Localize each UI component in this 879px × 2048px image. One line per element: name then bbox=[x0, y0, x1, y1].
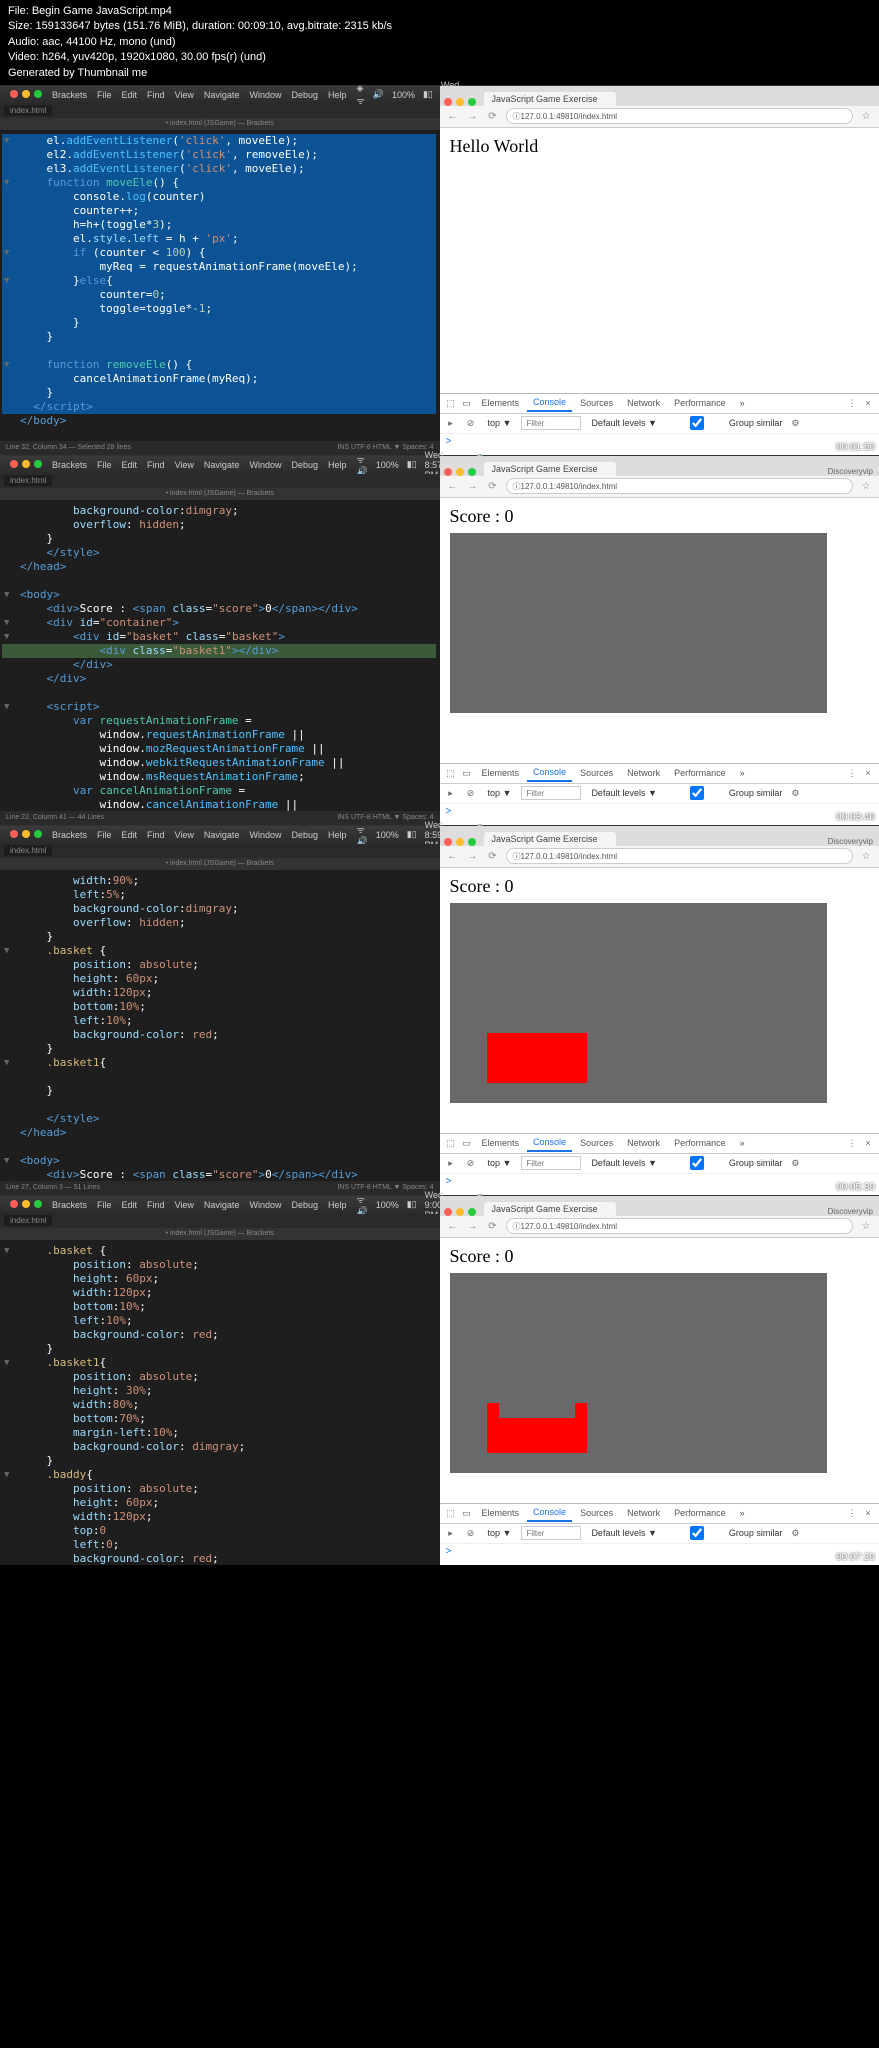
timestamp: 00:01:50 bbox=[836, 442, 875, 453]
battery-icon: ▮▯ bbox=[423, 89, 433, 100]
levels-dropdown[interactable]: Default levels ▼ bbox=[587, 417, 660, 429]
volume-icon: 🔊 bbox=[373, 89, 384, 100]
dt-close-icon[interactable]: × bbox=[861, 396, 875, 410]
menu-window[interactable]: Window bbox=[249, 90, 281, 100]
score-text: Score : 0 bbox=[450, 506, 870, 527]
mac-menubar: Brackets File Edit Find View Navigate Wi… bbox=[0, 86, 440, 104]
page-viewport: Score : 0 bbox=[440, 868, 879, 1133]
menu-file[interactable]: File bbox=[97, 90, 112, 100]
basket bbox=[487, 1403, 587, 1453]
meta-video: Video: h264, yuv420p, 1920x1080, 30.00 f… bbox=[8, 50, 871, 65]
status-left: Line 32, Column 34 — Selected 28 lines bbox=[6, 444, 131, 451]
basket bbox=[487, 1033, 587, 1083]
thumbnail-panel-3: BracketsFileEditFindViewNavigateWindowDe… bbox=[0, 825, 879, 1195]
filter-input[interactable] bbox=[521, 416, 581, 430]
chrome-tab[interactable]: JavaScript Game Exercise bbox=[484, 92, 616, 106]
hello-world-text: Hello World bbox=[450, 136, 870, 157]
menu-edit[interactable]: Edit bbox=[122, 90, 138, 100]
editor-tab[interactable]: index.html bbox=[4, 475, 52, 486]
back-button[interactable]: ← bbox=[446, 109, 460, 123]
window-controls[interactable] bbox=[440, 98, 480, 106]
thumbnail-panel-4: BracketsFileEditFindViewNavigateWindowDe… bbox=[0, 1195, 879, 1565]
score-text: Score : 0 bbox=[450, 876, 870, 897]
editor-pane: Brackets FileEditFindViewNavigateWindowD… bbox=[0, 456, 440, 825]
gear-icon[interactable]: ⚙ bbox=[788, 416, 802, 430]
reload-button[interactable]: ⟳ bbox=[486, 109, 500, 123]
browser-pane: JavaScript Game ExerciseDiscoveryvip ←→⟳… bbox=[440, 456, 879, 825]
editor-title: • index.html (JSGame) — Brackets bbox=[0, 118, 440, 130]
thumbnail-panel-1: Brackets File Edit Find View Navigate Wi… bbox=[0, 85, 879, 455]
window-controls[interactable] bbox=[6, 460, 42, 470]
page-viewport: Score : 0 bbox=[440, 1238, 879, 1503]
meta-size: Size: 159133647 bytes (151.76 MiB), dura… bbox=[8, 19, 871, 34]
group-similar-checkbox[interactable]: Group similar bbox=[667, 416, 783, 430]
chrome-toolbar: ← → ⟳ ⓘ 127.0.0.1:49810/index.html ☆ bbox=[440, 106, 879, 128]
editor-pane: Brackets File Edit Find View Navigate Wi… bbox=[0, 86, 440, 455]
page-viewport: Score : 0 bbox=[440, 498, 879, 763]
clear-console-icon[interactable]: ⊘ bbox=[464, 416, 478, 430]
star-icon[interactable]: ☆ bbox=[859, 109, 873, 123]
device-icon[interactable]: ▭ bbox=[460, 396, 474, 410]
editor-tab[interactable]: index.html bbox=[4, 105, 52, 116]
score-text: Score : 0 bbox=[450, 1246, 870, 1267]
dt-tab-network[interactable]: Network bbox=[621, 395, 666, 411]
console-sidebar-icon[interactable]: ▸ bbox=[444, 416, 458, 430]
meta-generated: Generated by Thumbnail me bbox=[8, 66, 871, 81]
menu-debug[interactable]: Debug bbox=[291, 90, 318, 100]
code-editor[interactable]: ▼ .basket { position: absolute; height: … bbox=[0, 1240, 440, 1565]
console-prompt[interactable]: > bbox=[440, 434, 879, 455]
game-container bbox=[450, 533, 828, 713]
forward-button[interactable]: → bbox=[466, 109, 480, 123]
devtools: ⬚ ▭ Elements Console Sources Network Per… bbox=[440, 393, 879, 455]
game-container bbox=[450, 903, 828, 1103]
dt-tab-elements[interactable]: Elements bbox=[476, 395, 526, 411]
context-dropdown[interactable]: top ▼ bbox=[484, 417, 516, 429]
dt-more[interactable]: » bbox=[734, 395, 751, 411]
browser-pane: JavaScript Game Exercise ← → ⟳ ⓘ 127.0.0… bbox=[440, 86, 879, 455]
dt-tab-sources[interactable]: Sources bbox=[574, 395, 619, 411]
video-metadata: File: Begin Game JavaScript.mp4 Size: 15… bbox=[0, 0, 879, 85]
menu-view[interactable]: View bbox=[175, 90, 194, 100]
meta-file: File: Begin Game JavaScript.mp4 bbox=[8, 4, 871, 19]
code-editor[interactable]: width:90%; left:5%; background-color:dim… bbox=[0, 870, 440, 1181]
inspect-icon[interactable]: ⬚ bbox=[444, 396, 458, 410]
code-editor[interactable]: ▼ el.addEventListener('click', moveEle);… bbox=[0, 130, 440, 441]
window-controls[interactable] bbox=[6, 90, 42, 100]
menu-find[interactable]: Find bbox=[147, 90, 165, 100]
editor-tabs: index.html bbox=[0, 104, 440, 118]
address-bar[interactable]: ⓘ 127.0.0.1:49810/index.html bbox=[506, 108, 854, 124]
dt-tab-console[interactable]: Console bbox=[527, 394, 572, 412]
chrome-tabs: JavaScript Game Exercise bbox=[440, 86, 879, 106]
thumbnail-panel-2: Brackets FileEditFindViewNavigateWindowD… bbox=[0, 455, 879, 825]
code-editor[interactable]: background-color:dimgray; overflow: hidd… bbox=[0, 500, 440, 811]
game-container bbox=[450, 1273, 828, 1473]
app-name: Brackets bbox=[52, 90, 87, 100]
battery-pct: 100% bbox=[392, 90, 415, 100]
dt-tab-performance[interactable]: Performance bbox=[668, 395, 732, 411]
menu-navigate[interactable]: Navigate bbox=[204, 90, 240, 100]
meta-audio: Audio: aac, 44100 Hz, mono (und) bbox=[8, 35, 871, 50]
mac-menubar: Brackets FileEditFindViewNavigateWindowD… bbox=[0, 456, 440, 474]
dt-menu-icon[interactable]: ⋮ bbox=[845, 396, 859, 410]
page-viewport: Hello World bbox=[440, 128, 879, 393]
menu-help[interactable]: Help bbox=[328, 90, 347, 100]
